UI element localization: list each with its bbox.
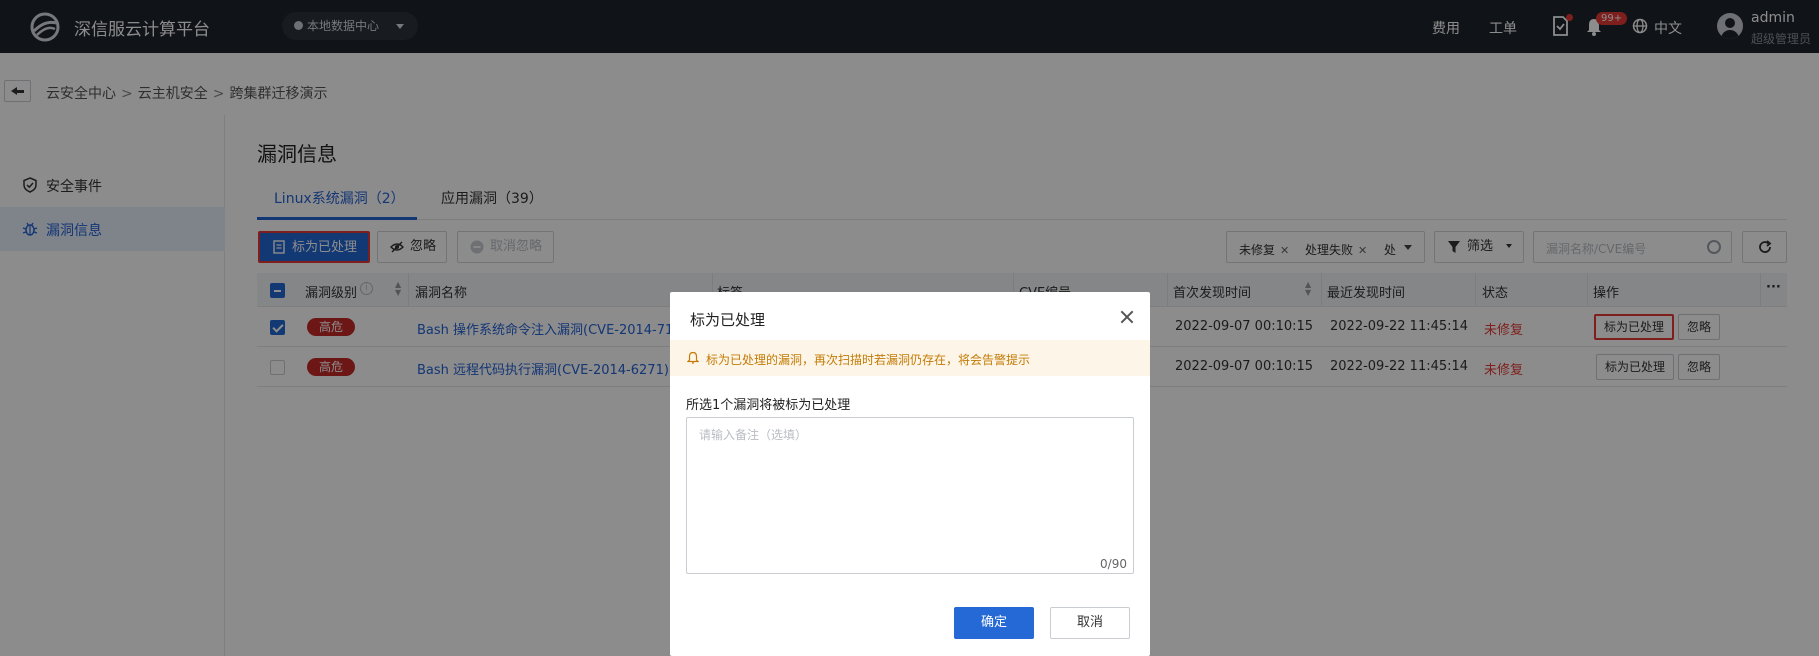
cancel-button[interactable]: 取消: [1050, 607, 1130, 639]
confirm-button[interactable]: 确定: [954, 607, 1034, 639]
warning-banner: 标为已处理的漏洞，再次扫描时若漏洞仍存在，将会告警提示: [670, 340, 1150, 376]
dialog-label: 所选1个漏洞将被标为已处理: [686, 398, 851, 413]
close-icon[interactable]: [1120, 310, 1134, 324]
char-counter: 0/90: [1100, 557, 1127, 571]
warning-text: 标为已处理的漏洞，再次扫描时若漏洞仍存在，将会告警提示: [706, 353, 1031, 367]
mark-handled-dialog: 标为已处理 标为已处理的漏洞，再次扫描时若漏洞仍存在，将会告警提示 所选1个漏洞…: [670, 292, 1150, 656]
bell-warning-icon: [687, 351, 699, 364]
dialog-title: 标为已处理: [690, 311, 766, 329]
remark-placeholder: 请输入备注（选填）: [699, 428, 808, 442]
remark-textarea[interactable]: 请输入备注（选填） 0/90: [686, 417, 1134, 574]
